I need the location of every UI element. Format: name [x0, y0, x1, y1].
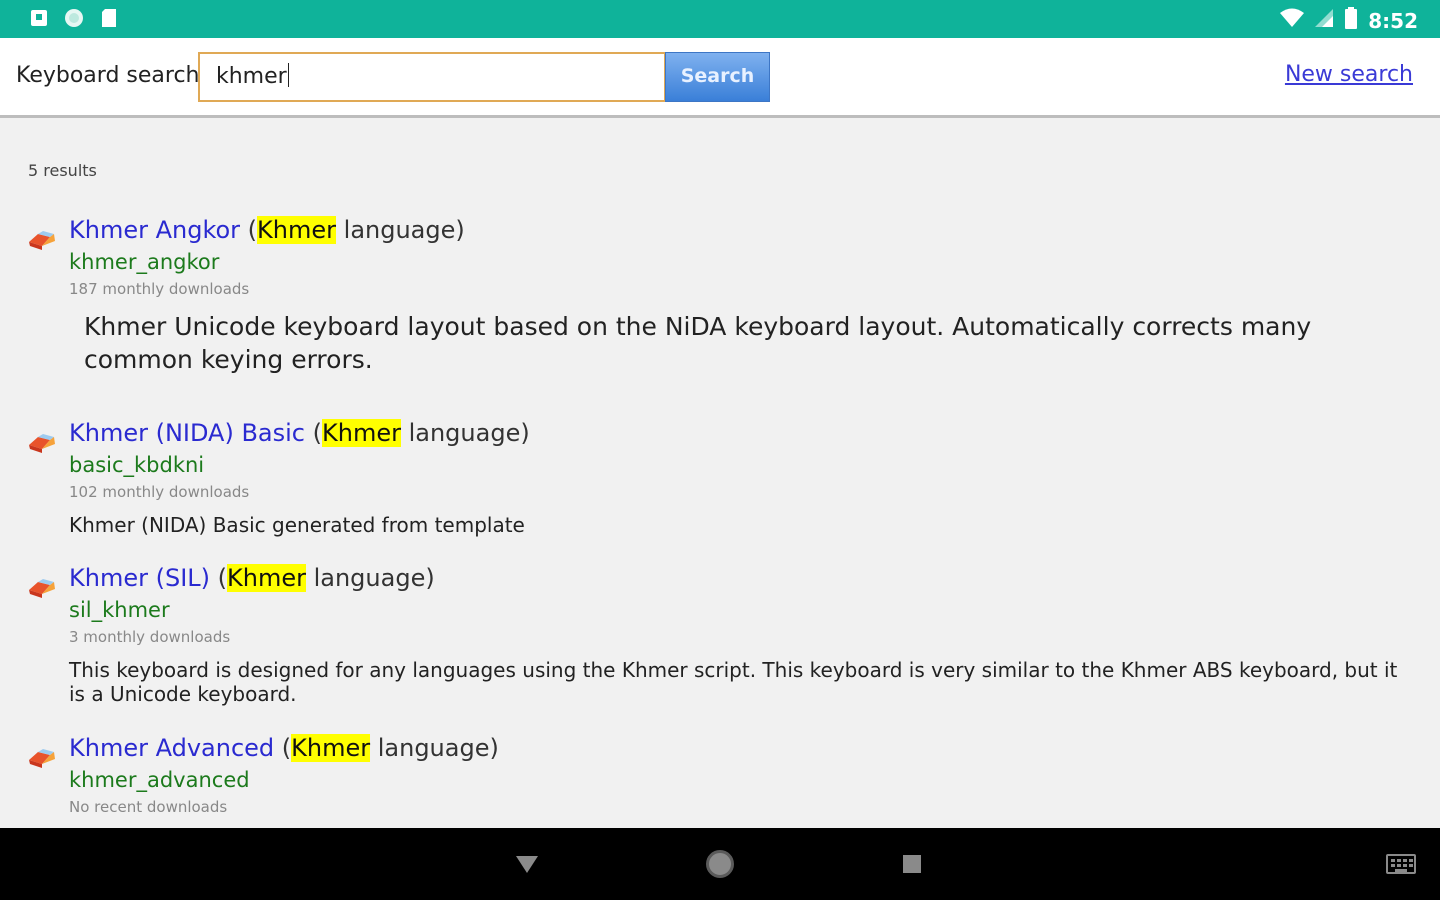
result-lang-open: (: [240, 216, 258, 244]
result-lang-highlight: Khmer: [227, 564, 306, 592]
result-lang-close: language): [370, 734, 499, 762]
result-description: This keyboard is designed for any langua…: [69, 658, 1398, 706]
result-lang-open: (: [305, 419, 322, 447]
result-lang-highlight: Khmer: [291, 734, 371, 762]
result-name[interactable]: Khmer (SIL): [69, 564, 210, 592]
search-input-value: khmer: [216, 64, 287, 89]
wifi-icon: [1280, 8, 1305, 33]
result-description: Khmer (NIDA) Basic generated from templa…: [69, 513, 525, 537]
back-icon[interactable]: [516, 856, 538, 873]
text-caret: [287, 63, 289, 87]
result-title[interactable]: Khmer (NIDA) Basic (Khmer language): [69, 419, 530, 447]
results-list: 5 results Khmer Angkor (Khmer language) …: [0, 121, 1440, 828]
result-count: 5 results: [28, 161, 97, 180]
result-id: khmer_angkor: [69, 250, 220, 274]
result-lang-highlight: Khmer: [322, 419, 401, 447]
result-id: basic_kbdkni: [69, 453, 205, 477]
result-lang-close: language): [305, 564, 435, 592]
navigation-bar: [0, 828, 1440, 900]
result-description: Khmer Unicode keyboard layout based on t…: [84, 312, 1312, 374]
result-title[interactable]: Khmer (SIL) (Khmer language): [69, 564, 435, 592]
result-id: sil_khmer: [69, 598, 170, 622]
result-lang-open: (: [274, 734, 292, 762]
result-name[interactable]: Khmer Angkor: [69, 216, 240, 244]
keyboard-icon[interactable]: [1386, 854, 1416, 874]
circle-notification-icon: [64, 8, 84, 32]
result-lang-close: language): [336, 216, 465, 244]
result-title[interactable]: Khmer Advanced (Khmer language): [69, 734, 499, 762]
result-downloads: 102 monthly downloads: [69, 483, 250, 501]
result-id: khmer_advanced: [69, 768, 250, 792]
status-time: 8:52: [1368, 8, 1418, 33]
new-search-link[interactable]: New search: [1285, 62, 1413, 87]
result-downloads: 3 monthly downloads: [69, 628, 231, 646]
sd-card-icon: [100, 8, 118, 32]
result-lang-close: language): [400, 419, 530, 447]
keyboard-package-icon: [26, 748, 58, 770]
keyboard-package-icon: [26, 230, 58, 252]
recents-icon[interactable]: [903, 855, 921, 873]
result-lang-open: (: [210, 564, 227, 592]
keyboard-package-icon: [26, 433, 58, 455]
signal-icon: [1314, 8, 1334, 33]
result-lang-highlight: Khmer: [257, 216, 337, 244]
app-notification-icon: [30, 9, 48, 31]
status-bar: 8:52: [0, 0, 1440, 38]
search-input[interactable]: khmer: [198, 52, 666, 102]
search-label: Keyboard search:: [16, 63, 207, 88]
result-name[interactable]: Khmer Advanced: [69, 734, 274, 762]
result-downloads: 187 monthly downloads: [69, 280, 250, 298]
result-title[interactable]: Khmer Angkor (Khmer language): [69, 216, 465, 244]
result-downloads: No recent downloads: [69, 798, 228, 816]
result-name[interactable]: Khmer (NIDA) Basic: [69, 419, 305, 447]
keyboard-package-icon: [26, 578, 58, 600]
search-button[interactable]: Search: [665, 52, 770, 102]
home-icon[interactable]: [706, 850, 734, 878]
search-header: Keyboard search: khmer Search New search: [0, 38, 1440, 118]
battery-icon: [1344, 7, 1358, 34]
